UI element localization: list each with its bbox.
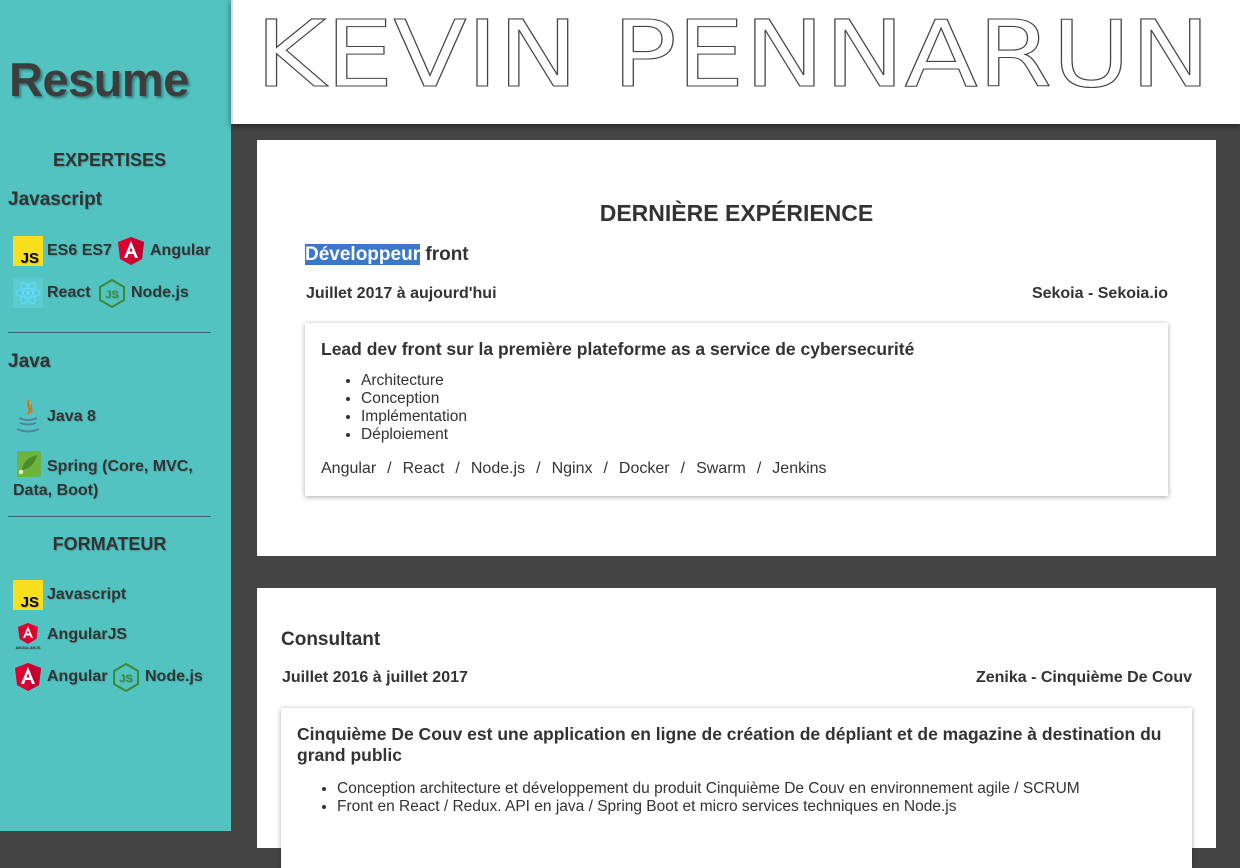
tech-stack: Angular / React / Node.js / Nginx / Docker / Swarm… <box>321 460 1152 478</box>
job-company: Zenika - Cinquième De Couv <box>975 669 1192 686</box>
svg-text:JS: JS <box>21 250 39 266</box>
candidate-name: KEVIN PENNARUN <box>256 10 1211 90</box>
tech-separator: / <box>536 460 541 477</box>
skill-label: Node.js <box>145 668 203 685</box>
skill-nodejs: JS Node.js <box>97 278 189 308</box>
react-icon <box>13 278 43 308</box>
tech-item: Angular <box>321 460 377 477</box>
angular-icon <box>13 662 43 692</box>
job-company: Sekoia - Sekoia.io <box>1031 285 1168 302</box>
task-list: Conception architecture et développement… <box>297 780 1176 816</box>
list-item: Implémentation <box>361 408 1152 426</box>
job-title-rest: front <box>420 244 469 265</box>
list-item: Déploiement <box>361 426 1152 444</box>
skill-label: Angular <box>47 668 108 685</box>
tech-item: React <box>402 460 445 477</box>
job-date: Juillet 2017 à aujourd'hui <box>306 285 497 302</box>
divider <box>8 332 211 333</box>
skill-label: Javascript <box>47 586 127 603</box>
java-group-title: Java <box>8 351 51 372</box>
job-title: Développeur front <box>305 244 469 266</box>
javascript-group-title: Javascript <box>8 189 103 210</box>
nodejs-icon: JS <box>97 278 127 308</box>
skill-java8: Java 8 <box>13 398 96 436</box>
skill-label: Node.js <box>131 284 189 301</box>
tech-item: Nginx <box>551 460 593 477</box>
tech-separator: / <box>603 460 608 477</box>
expertises-title: EXPERTISES <box>52 150 167 170</box>
formateur-title: FORMATEUR <box>52 534 167 554</box>
tech-item: Swarm <box>696 460 746 477</box>
formateur-angularjs: ANGULARJS AngularJS <box>13 620 127 650</box>
job-title: Consultant <box>281 629 381 650</box>
name-banner: KEVIN PENNARUN <box>255 10 1211 90</box>
skill-angular: Angular <box>116 236 210 266</box>
sidebar: Resume EXPERTISES Javascript JS ES6 ES7 … <box>0 0 231 831</box>
skill-spring: Spring (Core, MVC, Data, Boot) <box>13 449 213 503</box>
skill-react: React <box>13 278 91 308</box>
angularjs-icon: ANGULARJS <box>13 620 43 650</box>
header: KEVIN PENNARUN <box>231 0 1240 124</box>
skill-label: Java 8 <box>47 408 96 425</box>
tech-separator: / <box>756 460 762 477</box>
tech-separator: / <box>387 460 392 477</box>
formateur-angular: Angular <box>13 662 107 692</box>
tech-separator: / <box>455 460 460 477</box>
formateur-nodejs: JS Node.js <box>111 662 203 692</box>
formateur-javascript: JS Javascript <box>13 580 126 610</box>
svg-text:ANGULARJS: ANGULARJS <box>16 645 41 650</box>
resume-title: Resume <box>9 53 189 106</box>
job-details: Cinquième De Couv est une application en… <box>281 708 1192 868</box>
angular-icon <box>116 236 146 266</box>
selected-text: Développeur <box>305 244 421 265</box>
javascript-icon: JS <box>13 580 43 610</box>
experience-card: DERNIÈRE EXPÉRIENCE Développeur front Ju… <box>257 140 1216 556</box>
java-coffee-icon <box>13 398 43 436</box>
skill-label: React <box>47 284 91 301</box>
job-details: Lead dev front sur la première plateform… <box>305 323 1168 496</box>
list-item: Front en React / Redux. API en java / Sp… <box>337 798 1176 816</box>
task-list: Architecture Conception Implémentation D… <box>321 372 1152 444</box>
experience-card: Consultant Juillet 2016 à juillet 2017 Z… <box>257 588 1216 868</box>
list-item: Conception <box>361 390 1152 408</box>
divider <box>8 516 211 517</box>
job-lead: Lead dev front sur la première plateform… <box>321 339 915 359</box>
list-item: Conception architecture et développement… <box>337 780 1176 798</box>
job-lead: Cinquième De Couv est une application en… <box>297 724 1162 765</box>
spring-icon <box>13 449 43 479</box>
job-date: Juillet 2016 à juillet 2017 <box>282 669 468 686</box>
tech-separator: / <box>680 460 686 477</box>
tech-item: Docker <box>618 460 670 477</box>
svg-text:JS: JS <box>21 594 39 610</box>
list-item: Architecture <box>361 372 1152 390</box>
skill-label: AngularJS <box>47 626 128 643</box>
nodejs-icon: JS <box>111 662 141 692</box>
svg-text:JS: JS <box>119 673 132 685</box>
tech-item: Jenkins <box>772 460 827 477</box>
skill-es6-es7: JS ES6 ES7 <box>13 236 112 266</box>
tech-item: Node.js <box>470 460 526 477</box>
section-title: DERNIÈRE EXPÉRIENCE <box>599 200 874 226</box>
javascript-icon: JS <box>13 236 43 266</box>
skill-label: Angular <box>150 242 211 259</box>
skill-label: ES6 ES7 <box>47 242 112 259</box>
svg-text:JS: JS <box>105 289 118 301</box>
